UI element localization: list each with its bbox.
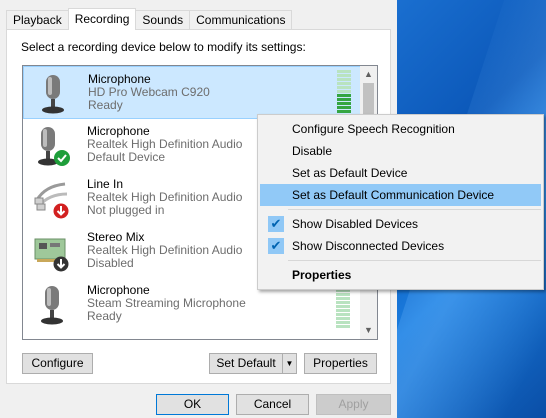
scroll-up-icon[interactable]: ▲: [360, 66, 377, 83]
menu-item-label: Show Disabled Devices: [292, 217, 419, 231]
tab-recording[interactable]: Recording: [67, 8, 137, 30]
meter-segment: [337, 102, 351, 105]
menu-separator: [288, 209, 541, 210]
tab-sounds[interactable]: Sounds: [135, 10, 191, 30]
menu-item-label: Disable: [292, 144, 333, 158]
menu-item-label: Configure Speech Recognition: [292, 122, 455, 136]
menu-item-label: Show Disconnected Devices: [292, 239, 445, 253]
tab-playback[interactable]: Playback: [6, 10, 69, 30]
menu-item-label: Set as Default Device: [292, 166, 408, 180]
level-meter: [337, 70, 351, 117]
ok-button[interactable]: OK: [156, 394, 229, 415]
meter-segment: [337, 106, 351, 109]
line-in-icon: [33, 178, 73, 220]
set-default-button[interactable]: Set Default ▼: [209, 353, 297, 374]
meter-segment: [337, 90, 351, 93]
meter-segment: [337, 94, 351, 97]
device-status: Ready: [87, 309, 122, 323]
microphone-icon: [34, 73, 74, 115]
meter-segment: [336, 297, 350, 300]
meter-segment: [336, 317, 350, 320]
tab-communications[interactable]: Communications: [189, 10, 293, 30]
meter-segment: [336, 313, 350, 316]
meter-segment: [336, 293, 350, 296]
checkmark-icon: ✔: [268, 216, 284, 232]
scroll-down-icon[interactable]: ▼: [360, 322, 377, 339]
tab-strip: Playback Recording Sounds Communications: [6, 8, 293, 30]
meter-segment: [337, 86, 351, 89]
menu-item-set-default-communication[interactable]: Set as Default Communication Device: [260, 184, 541, 206]
menu-item-disable[interactable]: Disable: [260, 140, 541, 162]
instruction-text: Select a recording device below to modif…: [21, 40, 306, 54]
meter-segment: [336, 325, 350, 328]
menu-item-properties[interactable]: Properties: [260, 264, 541, 286]
configure-button[interactable]: Configure: [22, 353, 93, 374]
device-row-webcam-mic[interactable]: Microphone HD Pro Webcam C920 Ready: [23, 66, 363, 119]
device-status: Default Device: [87, 150, 166, 164]
meter-segment: [337, 74, 351, 77]
context-menu: Configure Speech Recognition Disable Set…: [257, 114, 544, 290]
menu-item-show-disabled[interactable]: ✔ Show Disabled Devices: [260, 213, 541, 235]
sound-card-icon: [33, 231, 73, 273]
menu-item-label: Set as Default Communication Device: [292, 188, 495, 202]
meter-segment: [337, 78, 351, 81]
checkmark-icon: ✔: [268, 238, 284, 254]
apply-button: Apply: [316, 394, 391, 415]
device-status: Ready: [88, 98, 123, 112]
properties-button[interactable]: Properties: [304, 353, 377, 374]
cancel-button[interactable]: Cancel: [236, 394, 309, 415]
meter-segment: [337, 110, 351, 113]
menu-item-configure-speech[interactable]: Configure Speech Recognition: [260, 118, 541, 140]
meter-segment: [336, 321, 350, 324]
meter-segment: [336, 301, 350, 304]
meter-segment: [336, 305, 350, 308]
menu-separator: [288, 260, 541, 261]
microphone-icon: [33, 284, 73, 326]
dropdown-arrow-icon[interactable]: ▼: [282, 354, 296, 373]
device-status: Not plugged in: [87, 203, 165, 217]
meter-segment: [336, 309, 350, 312]
meter-segment: [337, 98, 351, 101]
menu-item-set-default-device[interactable]: Set as Default Device: [260, 162, 541, 184]
menu-item-label: Properties: [292, 268, 352, 282]
set-default-label: Set Default: [216, 356, 276, 370]
device-status: Disabled: [87, 256, 134, 270]
menu-item-show-disconnected[interactable]: ✔ Show Disconnected Devices: [260, 235, 541, 257]
meter-segment: [337, 82, 351, 85]
microphone-default-icon: [33, 125, 73, 167]
meter-segment: [337, 70, 351, 73]
